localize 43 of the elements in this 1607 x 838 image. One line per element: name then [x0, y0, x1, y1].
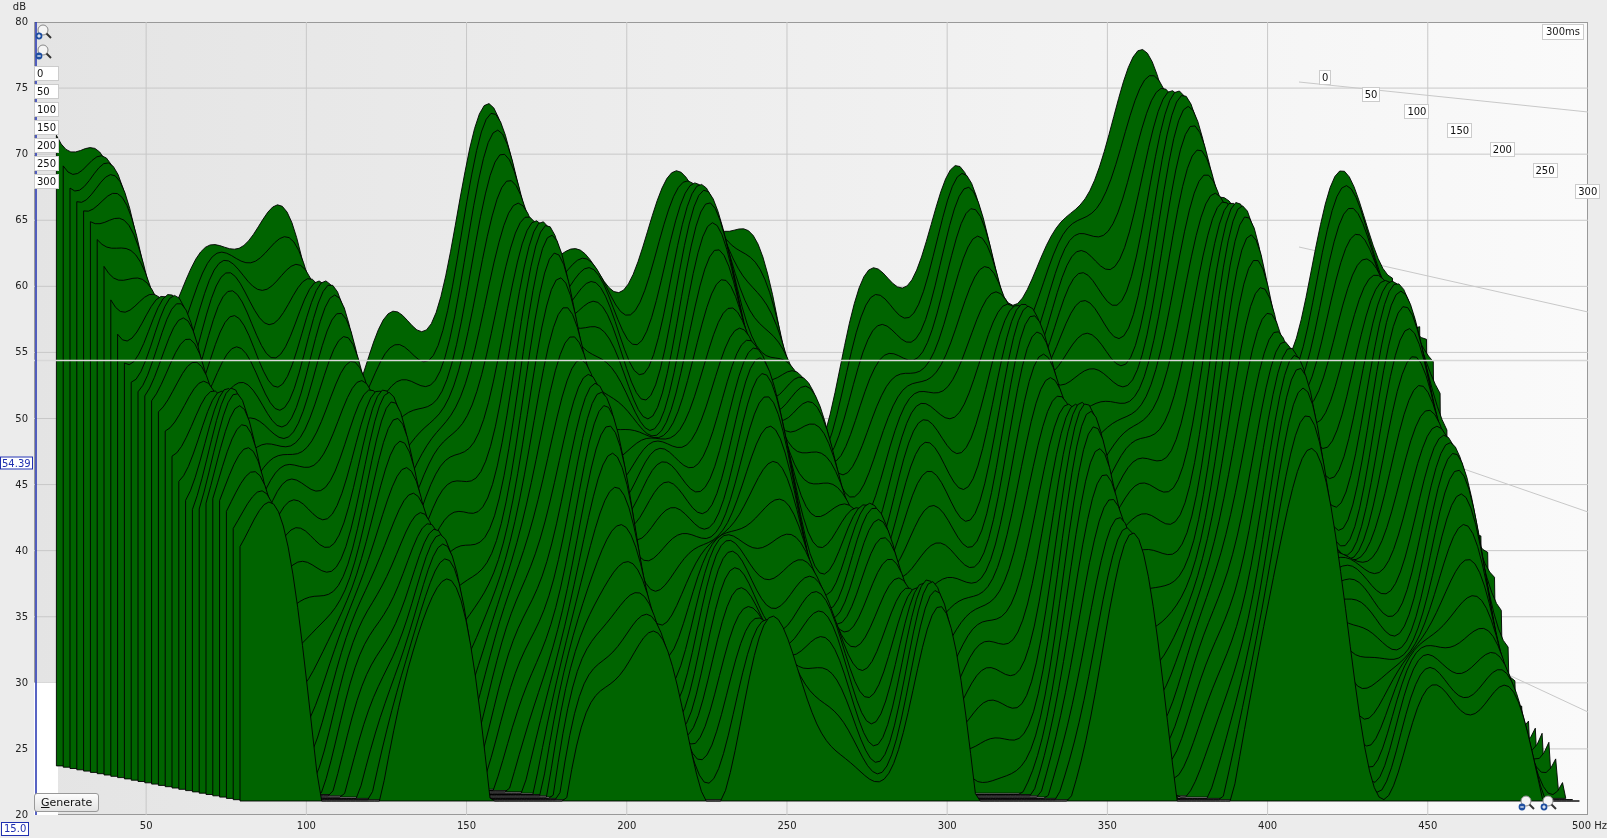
time-axis-tick-label: 200: [1489, 142, 1515, 157]
time-axis-tick-label: 100: [34, 102, 60, 117]
cursor-frequency-value: 15.0: [1, 822, 30, 836]
time-axis-tick-label: 100: [1404, 104, 1430, 119]
x-axis-tick-label: 150: [457, 820, 477, 832]
y-axis-tick-label: 35: [15, 610, 28, 623]
axis-unit-label: dB: [12, 1, 26, 13]
time-axis-tick-label: 0: [34, 66, 60, 81]
x-axis-tick-label: 300: [937, 820, 957, 832]
y-axis-tick-label: 30: [15, 676, 28, 689]
x-axis-tick-label: 100: [296, 820, 316, 832]
zoom-out-icon[interactable]: [1518, 795, 1536, 811]
y-axis-tick-label: 20: [15, 809, 28, 821]
x-axis-tick-label: 450: [1418, 820, 1438, 832]
generate-button[interactable]: Generate: [34, 793, 100, 812]
y-axis-tick-label: 45: [15, 478, 28, 491]
time-axis-tick-label: 200: [34, 138, 60, 153]
zoom-out-icon[interactable]: [35, 44, 53, 60]
y-axis-tick-label: 50: [15, 412, 28, 425]
y-axis-tick-label: 40: [15, 544, 28, 557]
x-axis-tick-label: 250: [777, 820, 797, 832]
x-axis-tick-label: 400: [1258, 820, 1278, 832]
y-axis-tick-label: 25: [15, 742, 28, 755]
time-axis-tick-label: 0: [1319, 70, 1332, 85]
zoom-in-icon[interactable]: [1540, 795, 1558, 811]
x-axis-tick-label: 200: [617, 820, 637, 832]
time-axis-tick-label: 150: [34, 120, 60, 135]
x-axis-tick-label: 350: [1097, 820, 1117, 832]
time-axis-tick-label: 300: [1575, 184, 1601, 199]
time-axis-tick-label: 300: [34, 174, 60, 189]
cursor-level-value: 54.39: [0, 456, 33, 470]
time-axis-tick-label: 50: [34, 84, 60, 99]
time-axis-end-label: 300ms: [1541, 24, 1584, 40]
y-axis-tick-label: 80: [15, 16, 28, 28]
zoom-in-icon[interactable]: [35, 24, 53, 40]
x-axis-tick-label: 50: [139, 820, 153, 832]
y-axis-tick-label: 55: [15, 346, 28, 359]
x-axis-end-label: 500 Hz: [1571, 820, 1607, 832]
y-axis-tick-label: 75: [15, 82, 28, 95]
y-axis-tick-label: 70: [15, 148, 28, 161]
time-axis-tick-label: 250: [34, 156, 60, 171]
y-axis-tick-label: 60: [15, 280, 28, 293]
y-axis-tick-label: 65: [15, 214, 28, 227]
